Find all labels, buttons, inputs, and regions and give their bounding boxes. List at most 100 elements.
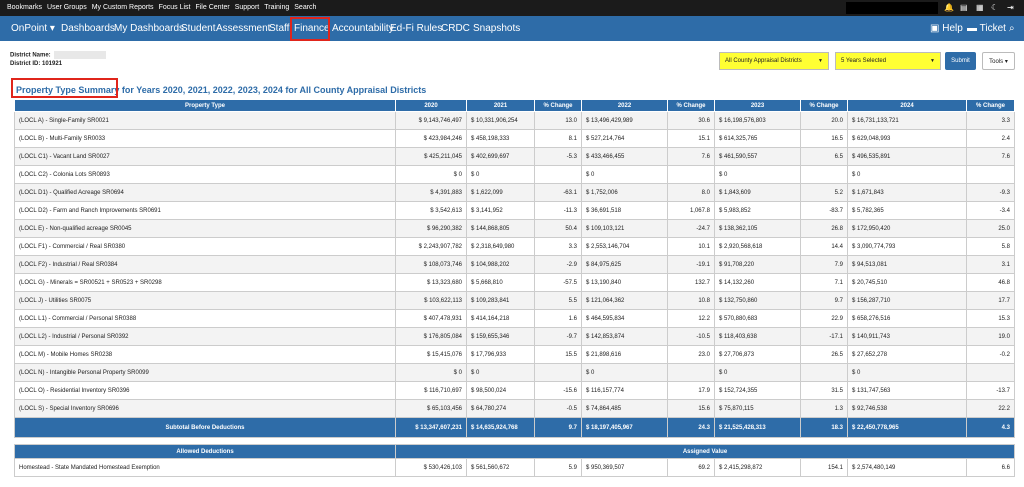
submit-button[interactable]: Submit — [945, 52, 976, 70]
table-cell: 24.3 — [667, 417, 715, 438]
ticket-link[interactable]: ▬ Ticket — [967, 23, 1006, 34]
table-cell: $ 172,950,420 — [847, 219, 967, 238]
tools-button[interactable]: Tools ▾ — [982, 52, 1015, 70]
moon-icon[interactable]: ☾ — [991, 0, 998, 16]
column-header[interactable]: % Change — [667, 99, 715, 112]
table-row: (LOCL J) - Utilities SR0075 $ 103,622,113… — [14, 291, 1015, 310]
nav-student[interactable]: Student — [181, 23, 215, 34]
row-label: (LOCL B) - Multi-Family SR0033 — [14, 129, 396, 148]
table-cell: -17.1 — [800, 327, 848, 346]
top-link[interactable]: Training — [264, 0, 289, 16]
years-select[interactable]: 5 Years Selected ▼ — [835, 52, 941, 70]
logout-icon[interactable]: ⇥ — [1007, 0, 1014, 16]
table-cell: $ 20,745,510 — [847, 273, 967, 292]
table-cell: $ 658,276,516 — [847, 309, 967, 328]
nav-ed-fi-rules[interactable]: Ed-Fi Rules — [390, 23, 442, 34]
help-link[interactable]: ▣ Help — [930, 23, 963, 34]
table-cell: $ 0 — [466, 165, 535, 184]
table-row: (LOCL N) - Intangible Personal Property … — [14, 363, 1015, 382]
table-cell: $ 75,870,115 — [714, 399, 801, 418]
list-icon[interactable]: ▤ — [960, 0, 968, 16]
table-cell: -19.1 — [667, 255, 715, 274]
table-cell: $ 407,478,931 — [395, 309, 467, 328]
row-label: (LOCL F1) - Commercial / Real SR0380 — [14, 237, 396, 256]
ticket-icon: ▬ — [967, 23, 977, 34]
nav-dashboards[interactable]: Dashboards — [61, 23, 115, 34]
table-cell: 3.3 — [534, 237, 582, 256]
table-cell: -13.7 — [966, 381, 1015, 400]
column-header[interactable]: 2020 — [395, 99, 467, 112]
column-header[interactable]: 2024 — [847, 99, 967, 112]
table-cell: -0.2 — [966, 345, 1015, 364]
table-cell: $ 17,796,933 — [466, 345, 535, 364]
column-header[interactable]: % Change — [966, 99, 1015, 112]
table-row: (LOCL S) - Special Inventory SR0696 $ 65,… — [14, 399, 1015, 418]
table-cell: 7.6 — [966, 147, 1015, 166]
table-row: Homestead - State Mandated Homestead Exe… — [14, 458, 1015, 477]
table-cell: $ 530,426,103 — [395, 458, 467, 477]
table-cell: -63.1 — [534, 183, 582, 202]
bell-icon[interactable]: 🔔 — [944, 0, 954, 16]
table-cell: $ 2,243,907,782 — [395, 237, 467, 256]
table-cell: $ 176,805,084 — [395, 327, 467, 346]
redacted-user-area — [846, 2, 938, 14]
nav-crdc[interactable]: CRDC — [441, 23, 470, 34]
subtotal-row: Subtotal Before Deductions $ 13,347,607,2… — [14, 417, 1015, 438]
column-header[interactable]: 2023 — [714, 99, 801, 112]
grid-icon[interactable]: ▦ — [976, 0, 984, 16]
top-link[interactable]: My Custom Reports — [92, 0, 154, 16]
table-row: (LOCL L1) - Commercial / Personal SR0388… — [14, 309, 1015, 328]
table-cell: 20.0 — [800, 111, 848, 130]
table-cell: $ 108,073,746 — [395, 255, 467, 274]
table-cell: $ 10,331,906,254 — [466, 111, 535, 130]
table-cell: $ 0 — [714, 363, 801, 382]
top-link[interactable]: Support — [235, 0, 260, 16]
table-cell: 8.0 — [667, 183, 715, 202]
table-cell: 7.1 — [800, 273, 848, 292]
table-cell: $ 13,347,607,231 — [395, 417, 467, 438]
column-header[interactable]: 2021 — [466, 99, 535, 112]
column-header[interactable]: % Change — [800, 99, 848, 112]
nav-staff[interactable]: Staff — [269, 23, 289, 34]
table-cell: 6.5 — [800, 147, 848, 166]
table-cell: $ 0 — [847, 165, 967, 184]
column-header[interactable]: Property Type — [14, 99, 396, 112]
table-cell: -9.7 — [534, 327, 582, 346]
table-cell: 69.2 — [667, 458, 715, 477]
table-cell: $ 561,560,672 — [466, 458, 535, 477]
spacer-row — [14, 437, 1015, 445]
redacted-district-name — [53, 51, 106, 59]
table-cell: 3.1 — [966, 255, 1015, 274]
top-link[interactable]: User Groups — [47, 0, 87, 16]
table-cell: 18.3 — [800, 417, 848, 438]
table-cell: $ 2,553,146,704 — [581, 237, 668, 256]
table-cell: $ 2,920,568,618 — [714, 237, 801, 256]
nav-snapshots[interactable]: Snapshots — [473, 23, 520, 34]
table-cell: $ 15,415,076 — [395, 345, 467, 364]
table-cell: $ 2,415,298,872 — [714, 458, 801, 477]
row-label: (LOCL O) - Residential Inventory SR0396 — [14, 381, 396, 400]
table-cell: $ 84,975,625 — [581, 255, 668, 274]
table-cell: 9.7 — [534, 417, 582, 438]
top-link[interactable]: Search — [294, 0, 316, 16]
top-link[interactable]: File Center — [195, 0, 229, 16]
brand-onpoint[interactable]: OnPoint ▾ — [11, 23, 55, 34]
table-cell: $ 36,691,518 — [581, 201, 668, 220]
nav-assessment[interactable]: Assessment — [216, 23, 270, 34]
table-cell: $ 414,164,218 — [466, 309, 535, 328]
top-link[interactable]: Focus List — [159, 0, 191, 16]
column-header[interactable]: 2022 — [581, 99, 668, 112]
nav-my-dashboards[interactable]: My Dashboards — [114, 23, 184, 34]
district-select[interactable]: All County Appraisal Districts ▼ — [719, 52, 829, 70]
row-label: (LOCL C1) - Vacant Land SR0027 — [14, 147, 396, 166]
title-highlight-box — [11, 78, 118, 98]
row-label: (LOCL J) - Utilities SR0075 — [14, 291, 396, 310]
top-link[interactable]: Bookmarks — [7, 0, 42, 16]
column-header[interactable]: % Change — [534, 99, 582, 112]
table-cell: 25.0 — [966, 219, 1015, 238]
row-label: Subtotal Before Deductions — [14, 417, 396, 438]
table-cell — [800, 363, 848, 382]
caret-down-icon: ▼ — [818, 58, 823, 64]
search-icon[interactable]: ⌕ — [1009, 23, 1015, 34]
nav-accountability[interactable]: Accountability — [332, 23, 394, 34]
